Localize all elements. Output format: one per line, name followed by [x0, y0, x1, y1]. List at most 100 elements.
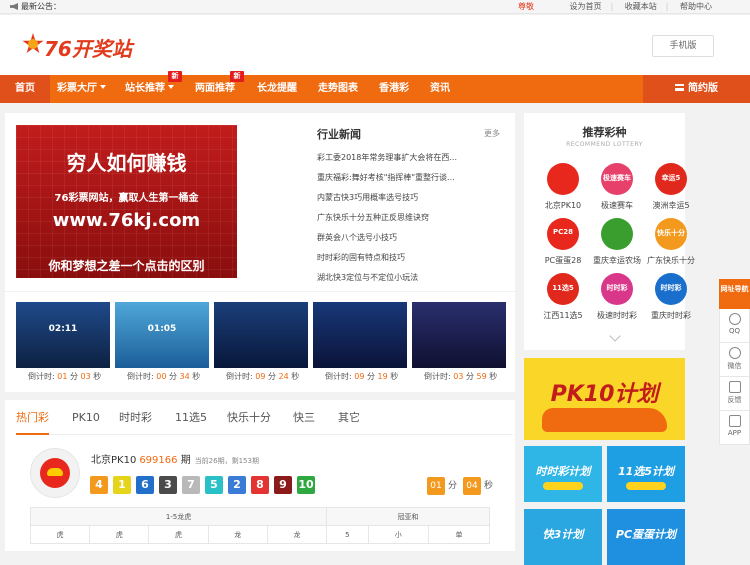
site-navigation-button[interactable]: 网址导航	[719, 279, 750, 309]
table-cell: 虎	[89, 525, 150, 544]
nav-webmaster-recommend[interactable]: 站长推荐新	[125, 71, 182, 103]
tab-happy10[interactable]: 快乐十分	[227, 410, 271, 435]
game-video-pk10[interactable]: 02:11	[16, 302, 110, 368]
news-item[interactable]: 时时彩的固有特点和技巧	[317, 253, 497, 273]
countdown-seconds: 04	[463, 477, 482, 495]
news-item[interactable]: 彩工委2018年常务理事扩大会将在西...	[317, 153, 497, 173]
pk10-plan-ad[interactable]: PK10计划	[524, 358, 685, 440]
nav-home[interactable]: 首页	[0, 75, 50, 103]
recommend-item[interactable]: 重庆幸运农场	[591, 218, 643, 266]
result-ball: 1	[113, 476, 131, 494]
nav-dragon-alert[interactable]: 长龙提醒	[257, 75, 297, 103]
result-ball: 10	[297, 476, 315, 494]
recommend-item-label: 极速时时彩	[597, 311, 637, 320]
nav-lottery-hall[interactable]: 彩票大厅	[57, 75, 106, 103]
header: 76开奖站 手机版	[0, 15, 750, 75]
promo-banner[interactable]: 穷人如何赚钱 76彩票网站，赢取人生第一桶金 www.76kj.com 你和梦想…	[16, 125, 237, 278]
qq-icon	[728, 313, 741, 325]
game-video-speed[interactable]: 01:05	[115, 302, 209, 368]
notice-message[interactable]: 尊敬	[518, 0, 534, 14]
recommend-subtitle: RECOMMEND LOTTERY	[566, 141, 643, 148]
industry-news-title: 行业新闻	[317, 128, 361, 141]
game-scene	[313, 302, 407, 368]
game-video-11x5[interactable]	[313, 302, 407, 368]
news-item[interactable]: 湖北快3定位与不定位小玩法	[317, 273, 497, 293]
news-item[interactable]: 内蒙古快3巧用概率选号技巧	[317, 193, 497, 213]
game-scene	[16, 302, 110, 368]
wechat-button[interactable]: 微信	[719, 343, 750, 377]
tab-other[interactable]: 其它	[338, 410, 360, 435]
feedback-button[interactable]: 反馈	[719, 377, 750, 411]
wechat-icon	[728, 347, 741, 359]
game-scene	[115, 302, 209, 368]
result-ball: 8	[251, 476, 269, 494]
lottery-title: 北京PK10 699166 期当前26期，剩153期	[91, 455, 259, 466]
recommend-item[interactable]: PC28 PC蛋蛋28	[537, 218, 589, 266]
mobile-version-button[interactable]: 手机版	[652, 35, 714, 57]
game-scene	[412, 302, 506, 368]
banner-subline: 76彩票网站，赢取人生第一桶金	[54, 193, 199, 204]
lottery-status: 当前26期，剩153期	[194, 457, 259, 465]
game-video-ssc[interactable]	[214, 302, 308, 368]
new-badge: 新	[230, 71, 244, 82]
recommend-item[interactable]: 快乐十分 广东快乐十分	[645, 218, 697, 266]
speed-car-icon: 极速赛车	[601, 163, 633, 195]
help-center-link[interactable]: 帮助中心	[680, 2, 712, 11]
recommend-item-label: 澳洲幸运5	[652, 201, 690, 210]
feedback-icon	[728, 381, 741, 393]
pc28-plan-ad[interactable]: PC蛋蛋计划	[607, 509, 685, 565]
tab-hot[interactable]: 热门彩	[16, 410, 49, 435]
k3-plan-ad[interactable]: 快3计划	[524, 509, 602, 565]
app-icon	[728, 415, 741, 427]
recommend-item[interactable]: 北京PK10	[537, 163, 589, 211]
dragon-tiger-header: 1-5龙虎	[29, 507, 328, 526]
game-video-k3[interactable]	[412, 302, 506, 368]
result-ball: 3	[159, 476, 177, 494]
news-item[interactable]: 重庆福彩:舞好考核"指挥棒"重整行谈...	[317, 173, 497, 193]
nav-news[interactable]: 资讯	[430, 75, 450, 103]
bookmark-link[interactable]: 收藏本站	[625, 2, 657, 11]
table-cell: 小	[367, 525, 430, 544]
game-countdown: 倒计时: 01 分 03 秒	[28, 372, 102, 381]
recommend-item[interactable]: 幸运5 澳洲幸运5	[645, 163, 697, 211]
top-links: 设为首页 | 收藏本站 | 帮助中心	[569, 2, 713, 11]
lottery-tabs: 热门彩 PK10 时时彩 11选5 快乐十分 快三 其它	[16, 410, 513, 435]
result-ball: 2	[228, 476, 246, 494]
qq-button[interactable]: QQ	[719, 309, 750, 343]
main-nav: 首页 彩票大厅 站长推荐新 两面推荐新 长龙提醒 走势图表 香港彩 资讯 简约版	[0, 71, 750, 103]
recommend-item[interactable]: 时时彩 重庆时时彩	[645, 273, 697, 321]
set-homepage-link[interactable]: 设为首页	[570, 2, 602, 11]
result-table: 1-5龙虎 冠亚和 虎 虎 虎 龙 龙 5 小 单	[29, 507, 490, 544]
notice-label: 最新公告：	[21, 2, 61, 11]
recommend-item-label: 重庆时时彩	[651, 311, 691, 320]
ssc-fast-icon: 时时彩	[601, 273, 633, 305]
news-more-link[interactable]: 更多	[484, 128, 500, 139]
nav-trend-charts[interactable]: 走势图表	[318, 75, 358, 103]
table-cell: 虎	[148, 525, 209, 544]
result-ball: 6	[136, 476, 154, 494]
tab-11x5[interactable]: 11选5	[175, 410, 207, 435]
recommend-item-label: 江西11选5	[543, 311, 583, 320]
lucky5-icon: 幸运5	[655, 163, 687, 195]
recommend-item[interactable]: 极速赛车 极速赛车	[591, 163, 643, 211]
ssc-icon: 时时彩	[655, 273, 687, 305]
recommend-item[interactable]: 时时彩 极速时时彩	[591, 273, 643, 321]
game-countdown: 倒计时: 09 分 19 秒	[325, 372, 399, 381]
tab-ssc[interactable]: 时时彩	[119, 410, 152, 435]
recommend-item-label: 极速赛车	[601, 201, 633, 210]
simple-version-button[interactable]: 简约版	[643, 75, 750, 103]
notice: 最新公告：	[10, 0, 61, 14]
news-item[interactable]: 群英会八个选号小技巧	[317, 233, 497, 253]
app-button[interactable]: APP	[719, 411, 750, 445]
ssc-plan-ad[interactable]: 时时彩计划	[524, 446, 602, 502]
banner-slogan: 你和梦想之差一个点击的区别	[48, 259, 205, 273]
tab-pk10[interactable]: PK10	[72, 410, 100, 435]
nav-two-sided-recommend[interactable]: 两面推荐新	[195, 71, 244, 103]
menu-icon	[675, 84, 684, 91]
news-item[interactable]: 广东快乐十分五种正反思维诀窍	[317, 213, 497, 233]
recommend-item[interactable]: 11选5 江西11选5	[537, 273, 589, 321]
11x5-plan-ad[interactable]: 11选5计划	[607, 446, 685, 502]
lottery-name[interactable]: 北京PK10	[91, 455, 136, 466]
tab-k3[interactable]: 快三	[293, 410, 315, 435]
nav-hongkong[interactable]: 香港彩	[379, 75, 409, 103]
